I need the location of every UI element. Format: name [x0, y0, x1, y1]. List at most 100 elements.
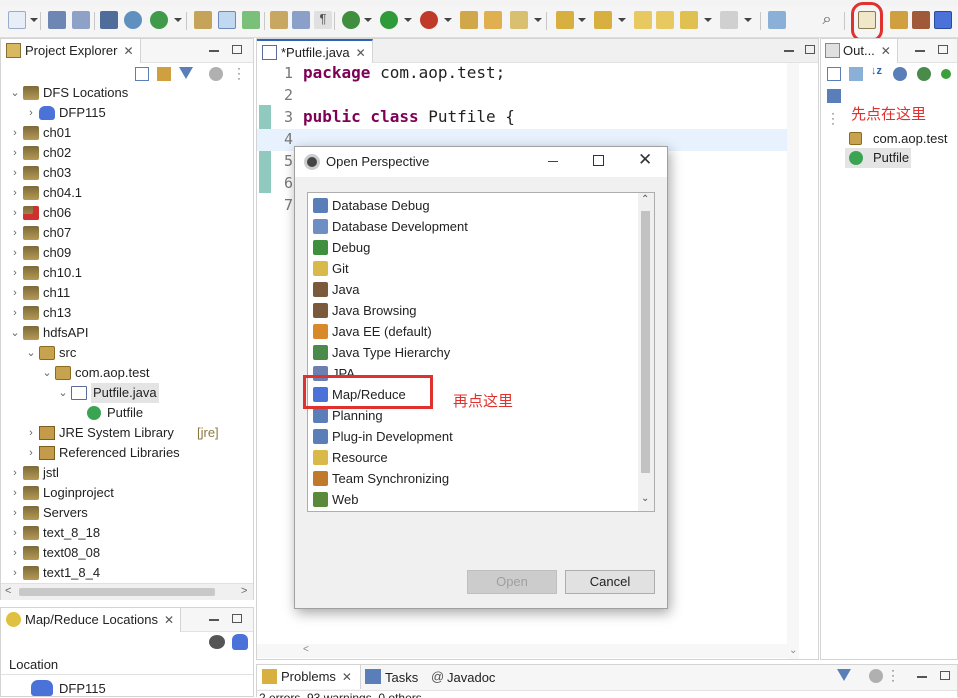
perspective-item[interactable]: Java Browsing [313, 300, 613, 321]
chevron-right-icon[interactable]: › [25, 423, 37, 443]
new-icon[interactable] [8, 11, 26, 29]
search-dropdown-icon[interactable] [534, 18, 542, 22]
tab-problems[interactable]: Problems ✕ [257, 665, 361, 689]
tree-item[interactable]: › Servers [1, 503, 253, 523]
location-row[interactable]: DFP115 [59, 681, 106, 696]
tree-item[interactable]: › text1_8_4 [1, 563, 253, 583]
forward-dropdown-icon[interactable] [744, 18, 752, 22]
chevron-down-icon[interactable]: ⌄ [9, 323, 21, 343]
debug-dropdown-icon[interactable] [364, 18, 372, 22]
tree-item[interactable]: ⌄ src [1, 343, 253, 363]
collapse-all-icon[interactable] [827, 67, 841, 81]
tab-tasks[interactable]: Tasks [385, 670, 418, 685]
tree-item[interactable]: ⌄ hdfsAPI [1, 323, 253, 343]
maximize-icon[interactable] [805, 45, 815, 54]
maximize-icon[interactable] [232, 614, 242, 623]
tree-item[interactable]: › ch09 [1, 243, 253, 263]
list-scrollbar[interactable]: ⌃ ⌄ [638, 193, 654, 511]
chevron-right-icon[interactable]: › [9, 303, 21, 323]
forward-edit-icon[interactable] [656, 11, 674, 29]
tree-item[interactable]: › ch13 [1, 303, 253, 323]
new-java-project-icon[interactable] [460, 11, 478, 29]
tree-item[interactable]: › ch03 [1, 163, 253, 183]
chevron-down-icon[interactable]: ⌄ [9, 83, 21, 103]
close-icon[interactable]: ✕ [164, 613, 174, 627]
new-class-dropdown-icon[interactable] [174, 18, 182, 22]
chevron-right-icon[interactable]: › [25, 103, 37, 123]
scrollbar-thumb[interactable] [19, 588, 215, 596]
outline-package-row[interactable]: com.aop.test [849, 129, 957, 149]
external-tools-dropdown-icon[interactable] [444, 18, 452, 22]
next-annotation-icon[interactable] [194, 11, 212, 29]
perspective-item[interactable]: Plug-in Development [313, 426, 613, 447]
forward-icon[interactable] [720, 11, 738, 29]
perspective-item[interactable]: Web [313, 489, 613, 510]
code-line[interactable]: public class Putfile { [303, 107, 515, 126]
open-button[interactable]: Open [467, 570, 557, 594]
chevron-right-icon[interactable]: › [9, 203, 21, 223]
java-ee-perspective-icon[interactable] [890, 11, 908, 29]
minimize-icon[interactable] [784, 50, 794, 52]
chevron-right-icon[interactable]: › [9, 163, 21, 183]
list-scrollbar-thumb[interactable] [641, 211, 650, 473]
editor-horizontal-scrollbar[interactable]: < [257, 644, 787, 658]
link-editor-icon[interactable] [157, 67, 171, 81]
search-icon[interactable]: ⌕ [818, 11, 836, 29]
edit-location-icon[interactable] [209, 635, 225, 649]
collapse-all-icon[interactable] [135, 67, 149, 81]
tab-javadoc[interactable]: Javadoc [447, 670, 495, 685]
chevron-right-icon[interactable]: › [9, 223, 21, 243]
prev-edit-icon[interactable] [594, 11, 612, 29]
maximize-icon[interactable] [940, 671, 950, 680]
tab-mapreduce-locations[interactable]: Map/Reduce Locations ✕ [1, 608, 182, 632]
mark-occurrences-icon[interactable] [218, 11, 236, 29]
chevron-right-icon[interactable]: › [9, 563, 21, 583]
minimize-icon[interactable] [915, 50, 925, 52]
maximize-icon[interactable] [938, 45, 948, 54]
next-edit-dropdown-icon[interactable] [578, 18, 586, 22]
tree-item[interactable]: › ch11 [1, 283, 253, 303]
chevron-right-icon[interactable]: › [9, 263, 21, 283]
cancel-button[interactable]: Cancel [565, 570, 655, 594]
chevron-right-icon[interactable]: › [9, 543, 21, 563]
perspective-item[interactable]: Resource [313, 447, 613, 468]
chevron-right-icon[interactable]: › [9, 283, 21, 303]
filter-icon[interactable] [179, 67, 193, 81]
chevron-right-icon[interactable]: › [9, 243, 21, 263]
chevron-right-icon[interactable]: › [9, 183, 21, 203]
minimize-icon[interactable] [917, 676, 927, 678]
maximize-icon[interactable] [232, 45, 242, 54]
focus-icon[interactable] [209, 67, 223, 81]
console-icon[interactable] [100, 11, 118, 29]
perspective-item[interactable]: Debug [313, 237, 613, 258]
outline-class-row[interactable]: Putfile [845, 148, 911, 168]
perspective-item[interactable]: Git [313, 258, 613, 279]
tab-project-explorer[interactable]: Project Explorer ✕ [1, 39, 141, 63]
perspective-item[interactable]: Java EE (default) [313, 321, 613, 342]
perspective-item[interactable]: Java Type Hierarchy [313, 342, 613, 363]
chevron-right-icon[interactable]: › [9, 463, 21, 483]
hide-nonpublic-icon[interactable] [941, 69, 951, 79]
perspective-item[interactable]: Database Development [313, 216, 613, 237]
chevron-right-icon[interactable]: › [9, 483, 21, 503]
tree-item[interactable]: › Loginproject [1, 483, 253, 503]
chevron-right-icon[interactable]: › [9, 523, 21, 543]
search-tool-icon[interactable] [510, 11, 528, 29]
next-edit-icon[interactable] [556, 11, 574, 29]
tree-item[interactable]: › jstl [1, 463, 253, 483]
minimize-icon[interactable] [209, 619, 219, 621]
last-edit-icon[interactable] [634, 11, 652, 29]
view-menu-icon[interactable]: · · · [891, 664, 895, 686]
run-dropdown-icon[interactable] [404, 18, 412, 22]
tree-item[interactable]: › JRE System Library [jre] [1, 423, 253, 443]
chevron-down-icon[interactable]: ⌄ [41, 363, 53, 383]
chevron-down-icon[interactable]: ⌄ [25, 343, 37, 363]
prev-edit-dropdown-icon[interactable] [618, 18, 626, 22]
view-menu-icon[interactable]: · · · [831, 107, 835, 129]
hide-fields-icon[interactable] [893, 67, 907, 81]
new-dropdown-icon[interactable] [30, 18, 38, 22]
chevron-right-icon[interactable]: › [9, 143, 21, 163]
open-folder-icon[interactable] [484, 11, 502, 29]
tree-item[interactable]: › ch07 [1, 223, 253, 243]
vertical-scrollbar[interactable]: ⌄ [787, 63, 799, 659]
